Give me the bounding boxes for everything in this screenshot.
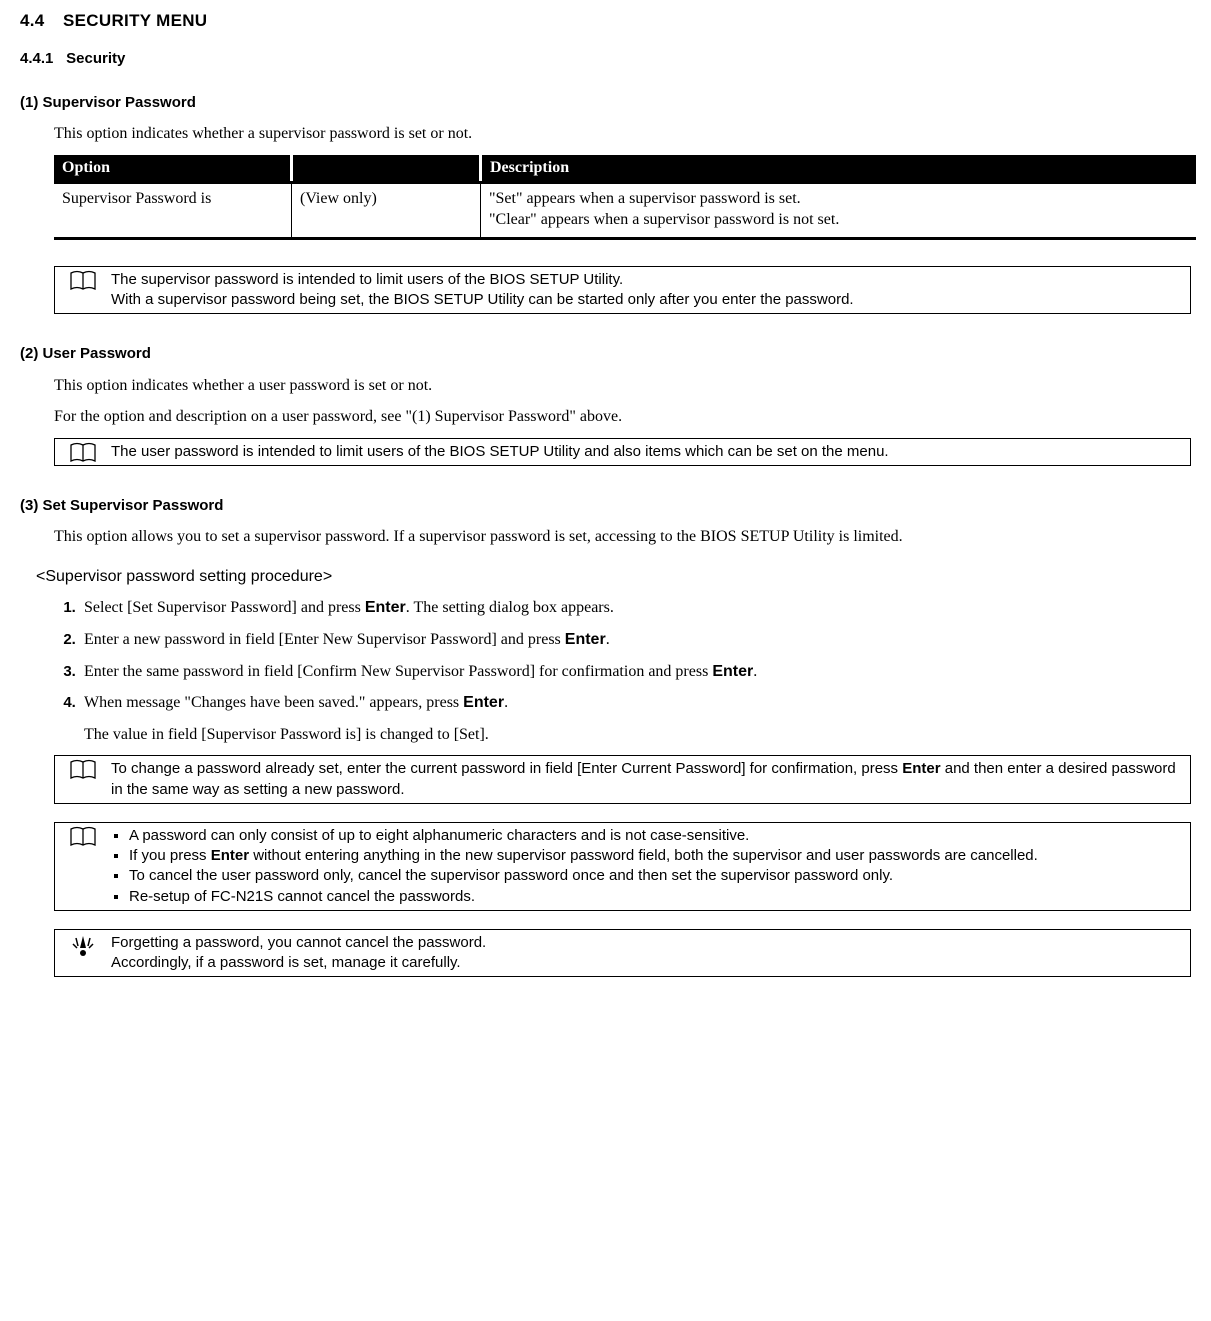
paragraph: This option allows you to set a supervis… [54,526,1191,548]
heading-set-supervisor-password: (3) Set Supervisor Password [20,496,1191,516]
warning-line-2: Accordingly, if a password is set, manag… [111,954,461,971]
heading-security-menu: 4.4 SECURITY MENU [20,10,1191,33]
key-enter: Enter [211,847,249,864]
key-enter: Enter [902,760,940,777]
key-enter: Enter [365,599,406,616]
book-icon [55,439,111,465]
warning-icon [55,930,111,977]
procedure-step-4: When message "Changes have been saved." … [80,692,1191,745]
note-bullet: To cancel the user password only, cancel… [129,866,1184,886]
book-icon [55,756,111,803]
table-cell-option: Supervisor Password is [54,182,292,238]
warning-box: Forgetting a password, you cannot cancel… [54,929,1191,978]
note-box: A password can only consist of up to eig… [54,822,1191,911]
note-bullet: A password can only consist of up to eig… [129,826,1184,846]
procedure-step-2: Enter a new password in field [Enter New… [80,629,1191,651]
warning-line-1: Forgetting a password, you cannot cancel… [111,934,486,951]
book-icon [55,267,111,314]
key-enter: Enter [565,631,606,648]
desc-line-2: "Clear" appears when a supervisor passwo… [489,209,1188,231]
note-box: The supervisor password is intended to l… [54,266,1191,315]
paragraph: For the option and description on a user… [54,406,1191,428]
key-enter: Enter [712,663,753,680]
desc-line-1: "Set" appears when a supervisor password… [489,188,1188,210]
heading-supervisor-password: (1) Supervisor Password [20,93,1191,113]
note-line-1: The supervisor password is intended to l… [111,271,623,288]
heading-number: 4.4 [20,10,58,33]
note-text: Forgetting a password, you cannot cancel… [111,930,1190,977]
note-text: The user password is intended to limit u… [111,439,1190,465]
heading-number: 4.4.1 [20,49,62,69]
heading-text: SECURITY MENU [63,11,207,30]
procedure-step-1: Select [Set Supervisor Password] and pre… [80,597,1191,619]
table-header-blank [292,155,481,182]
note-text: To change a password already set, enter … [111,756,1190,803]
option-table: Option Description Supervisor Password i… [54,155,1196,240]
paragraph: This option indicates whether a user pas… [54,375,1191,397]
procedure-list: Select [Set Supervisor Password] and pre… [52,597,1191,745]
table-cell-value: (View only) [292,182,481,238]
procedure-step-3: Enter the same password in field [Confir… [80,661,1191,683]
note-bullet: Re-setup of FC-N21S cannot cancel the pa… [129,887,1184,907]
procedure-title: <Supervisor password setting procedure> [36,566,1191,588]
heading-security: 4.4.1 Security [20,49,1191,69]
note-text: The supervisor password is intended to l… [111,267,1190,314]
table-row: Supervisor Password is (View only) "Set"… [54,182,1196,238]
note-bullet: If you press Enter without entering anyt… [129,846,1184,866]
paragraph: This option indicates whether a supervis… [54,123,1191,145]
note-text: A password can only consist of up to eig… [111,823,1190,910]
heading-user-password: (2) User Password [20,344,1191,364]
table-cell-description: "Set" appears when a supervisor password… [481,182,1197,238]
book-icon [55,823,111,910]
note-line-2: With a supervisor password being set, th… [111,291,854,308]
key-enter: Enter [463,694,504,711]
table-header-description: Description [481,155,1197,182]
note-box: To change a password already set, enter … [54,755,1191,804]
heading-text: Security [66,50,125,67]
note-box: The user password is intended to limit u… [54,438,1191,466]
step-extra-text: The value in field [Supervisor Password … [84,724,1191,746]
table-header-option: Option [54,155,292,182]
